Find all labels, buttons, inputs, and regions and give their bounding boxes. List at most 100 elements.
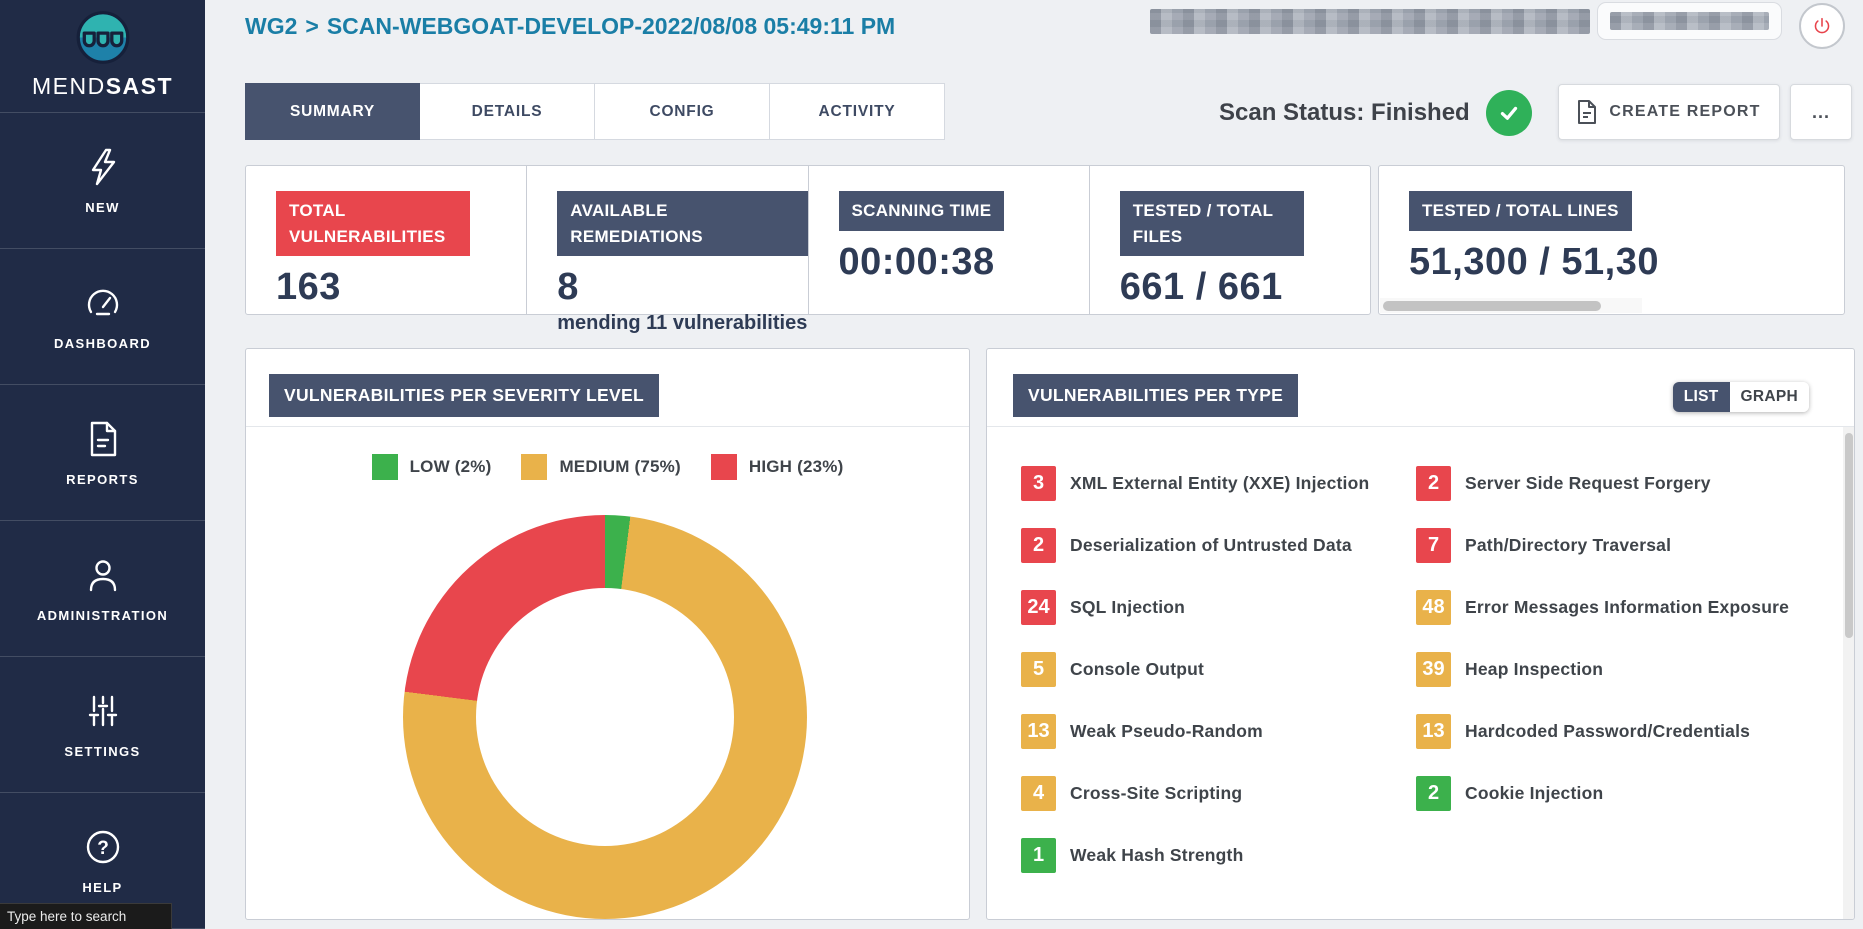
tab-details[interactable]: DETAILS (420, 83, 595, 140)
tab-summary[interactable]: SUMMARY (245, 83, 420, 140)
create-report-label: CREATE REPORT (1609, 103, 1760, 121)
stat-title-badge: TESTED / TOTAL LINES (1409, 191, 1632, 231)
gauge-icon (83, 283, 123, 323)
vuln-type-item[interactable]: 5 Console Output (1021, 652, 1416, 687)
status-check-icon (1486, 90, 1532, 136)
vuln-type-item[interactable]: 1 Weak Hash Strength (1021, 838, 1416, 873)
stat-title-badge: AVAILABLE REMEDIATIONS (557, 191, 807, 256)
sidebar-item-new[interactable]: NEW (0, 113, 205, 249)
toggle-graph[interactable]: GRAPH (1730, 382, 1809, 412)
vuln-type-label: SQL Injection (1070, 597, 1185, 618)
panel-divider (987, 426, 1854, 427)
tab-config[interactable]: CONFIG (595, 83, 770, 140)
toggle-list[interactable]: LIST (1673, 382, 1730, 412)
legend-item: MEDIUM (75%) (521, 454, 680, 480)
panel-divider (246, 426, 969, 427)
vuln-type-item[interactable]: 7 Path/Directory Traversal (1416, 528, 1794, 563)
stat-title-badge: SCANNING TIME (839, 191, 1005, 231)
taskbar-search-tooltip: Type here to search (0, 903, 172, 929)
main-content: WG2 > SCAN-WEBGOAT-DEVELOP-2022/08/08 05:4… (205, 0, 1863, 929)
sidebar-item-administration[interactable]: ADMINISTRATION (0, 521, 205, 657)
stat-value: 661 / 661 (1120, 266, 1370, 309)
sidebar: MENDSAST NEW DASHBOARD REPORTS (0, 0, 205, 929)
vuln-type-item[interactable]: 2Server Side Request Forgery (1416, 466, 1794, 501)
legend-label: HIGH (23%) (749, 457, 844, 477)
count-badge: 3 (1021, 466, 1056, 501)
sidebar-item-label: HELP (82, 880, 122, 895)
types-panel-title: VULNERABILITIES PER TYPE (1013, 374, 1298, 417)
vuln-type-item[interactable]: 4 Cross-Site Scripting (1021, 776, 1416, 811)
vuln-type-label: Path/Directory Traversal (1465, 535, 1671, 556)
report-file-icon (1577, 100, 1597, 124)
vuln-type-item[interactable]: 48Error Messages Information Exposure (1416, 590, 1794, 625)
count-badge: 4 (1021, 776, 1056, 811)
breadcrumb-separator: > (305, 13, 318, 39)
severity-panel: VULNERABILITIES PER SEVERITY LEVEL LOW (… (245, 348, 970, 920)
create-report-button[interactable]: CREATE REPORT (1558, 84, 1780, 140)
count-badge: 13 (1021, 714, 1056, 749)
vuln-type-item[interactable]: 24 SQL Injection (1021, 590, 1416, 625)
severity-donut-chart (403, 515, 807, 919)
stat-value: 00:00:38 (839, 241, 1089, 284)
sidebar-item-label: REPORTS (66, 472, 139, 487)
more-actions-button[interactable]: ... (1790, 84, 1852, 140)
count-badge: 24 (1021, 590, 1056, 625)
breadcrumb: WG2 > SCAN-WEBGOAT-DEVELOP-2022/08/08 05:4… (245, 13, 895, 40)
stat-tested-total-lines: TESTED / TOTAL LINES 51,300 / 51,300 (1378, 165, 1845, 315)
vuln-type-item[interactable]: 2Deserialization of Untrusted Data (1021, 528, 1416, 563)
legend-swatch (521, 454, 547, 480)
vuln-type-label: Weak Hash Strength (1070, 845, 1243, 866)
sliders-icon (83, 691, 123, 731)
sidebar-item-settings[interactable]: SETTINGS (0, 657, 205, 793)
horizontal-scrollbar[interactable] (1380, 298, 1642, 313)
count-badge: 7 (1416, 528, 1451, 563)
stat-available-remediations: AVAILABLE REMEDIATIONS 8 mending 11 vuln… (527, 166, 808, 314)
vuln-type-item[interactable]: 13Hardcoded Password/Credentials (1416, 714, 1794, 749)
scan-status-text: Scan Status: Finished (1219, 99, 1470, 127)
vuln-type-item[interactable]: 2 Cookie Injection (1416, 776, 1794, 811)
count-badge: 5 (1021, 652, 1056, 687)
breadcrumb-root-link[interactable]: WG2 (245, 13, 297, 39)
tab-activity[interactable]: ACTIVITY (770, 83, 945, 140)
list-graph-toggle: LIST GRAPH (1673, 382, 1809, 412)
breadcrumb-current-scan[interactable]: SCAN-WEBGOAT-DEVELOP-2022/08/08 05:49:11… (327, 13, 895, 39)
app-screen: MENDSAST NEW DASHBOARD REPORTS (0, 0, 1863, 929)
vuln-type-label: Server Side Request Forgery (1465, 473, 1711, 494)
vuln-type-label: Cookie Injection (1465, 783, 1603, 804)
stat-value: 51,300 / 51,300 (1409, 241, 1844, 284)
power-icon (1810, 14, 1834, 38)
stat-scanning-time: SCANNING TIME 00:00:38 (809, 166, 1090, 314)
sidebar-item-label: NEW (85, 200, 120, 215)
vuln-type-list: 3XML External Entity (XXE) Injection2Ser… (1021, 452, 1794, 886)
redacted-account-text (1150, 9, 1590, 34)
vuln-type-label: XML External Entity (XXE) Injection (1070, 473, 1369, 494)
logout-power-button[interactable] (1799, 3, 1845, 49)
types-panel: VULNERABILITIES PER TYPE LIST GRAPH 3 XML… (986, 348, 1855, 920)
sidebar-item-label: DASHBOARD (54, 336, 151, 351)
scrollbar-thumb[interactable] (1845, 433, 1853, 638)
vuln-type-item[interactable]: 39Heap Inspection (1416, 652, 1794, 687)
vuln-type-label: Cross-Site Scripting (1070, 783, 1242, 804)
redacted-org-selector[interactable] (1597, 2, 1782, 40)
vertical-scrollbar[interactable] (1843, 427, 1854, 919)
stat-value: 8 (557, 266, 807, 309)
scrollbar-thumb[interactable] (1383, 301, 1601, 311)
scan-stats-row: TOTAL VULNERABILITIES 163 AVAILABLE REME… (245, 165, 1371, 315)
sidebar-item-label: SETTINGS (64, 744, 140, 759)
scan-status: Scan Status: Finished (1219, 88, 1532, 138)
person-icon (83, 555, 123, 595)
count-badge: 2 (1416, 776, 1451, 811)
stat-tested-total-files: TESTED / TOTAL FILES 661 / 661 (1090, 166, 1370, 314)
vuln-type-label: Console Output (1070, 659, 1204, 680)
legend-swatch (711, 454, 737, 480)
sidebar-item-dashboard[interactable]: DASHBOARD (0, 249, 205, 385)
redacted-text (1610, 12, 1769, 30)
sidebar-item-reports[interactable]: REPORTS (0, 385, 205, 521)
severity-legend: LOW (2%) MEDIUM (75%) HIGH (23%) (246, 454, 969, 480)
vuln-type-item[interactable]: 13Weak Pseudo-Random (1021, 714, 1416, 749)
legend-label: LOW (2%) (410, 457, 492, 477)
count-badge: 1 (1021, 838, 1056, 873)
count-badge: 2 (1021, 528, 1056, 563)
vuln-type-item[interactable]: 3 XML External Entity (XXE) Injection (1021, 466, 1416, 501)
sidebar-nav: NEW DASHBOARD REPORTS ADMINISTRATION (0, 112, 205, 929)
